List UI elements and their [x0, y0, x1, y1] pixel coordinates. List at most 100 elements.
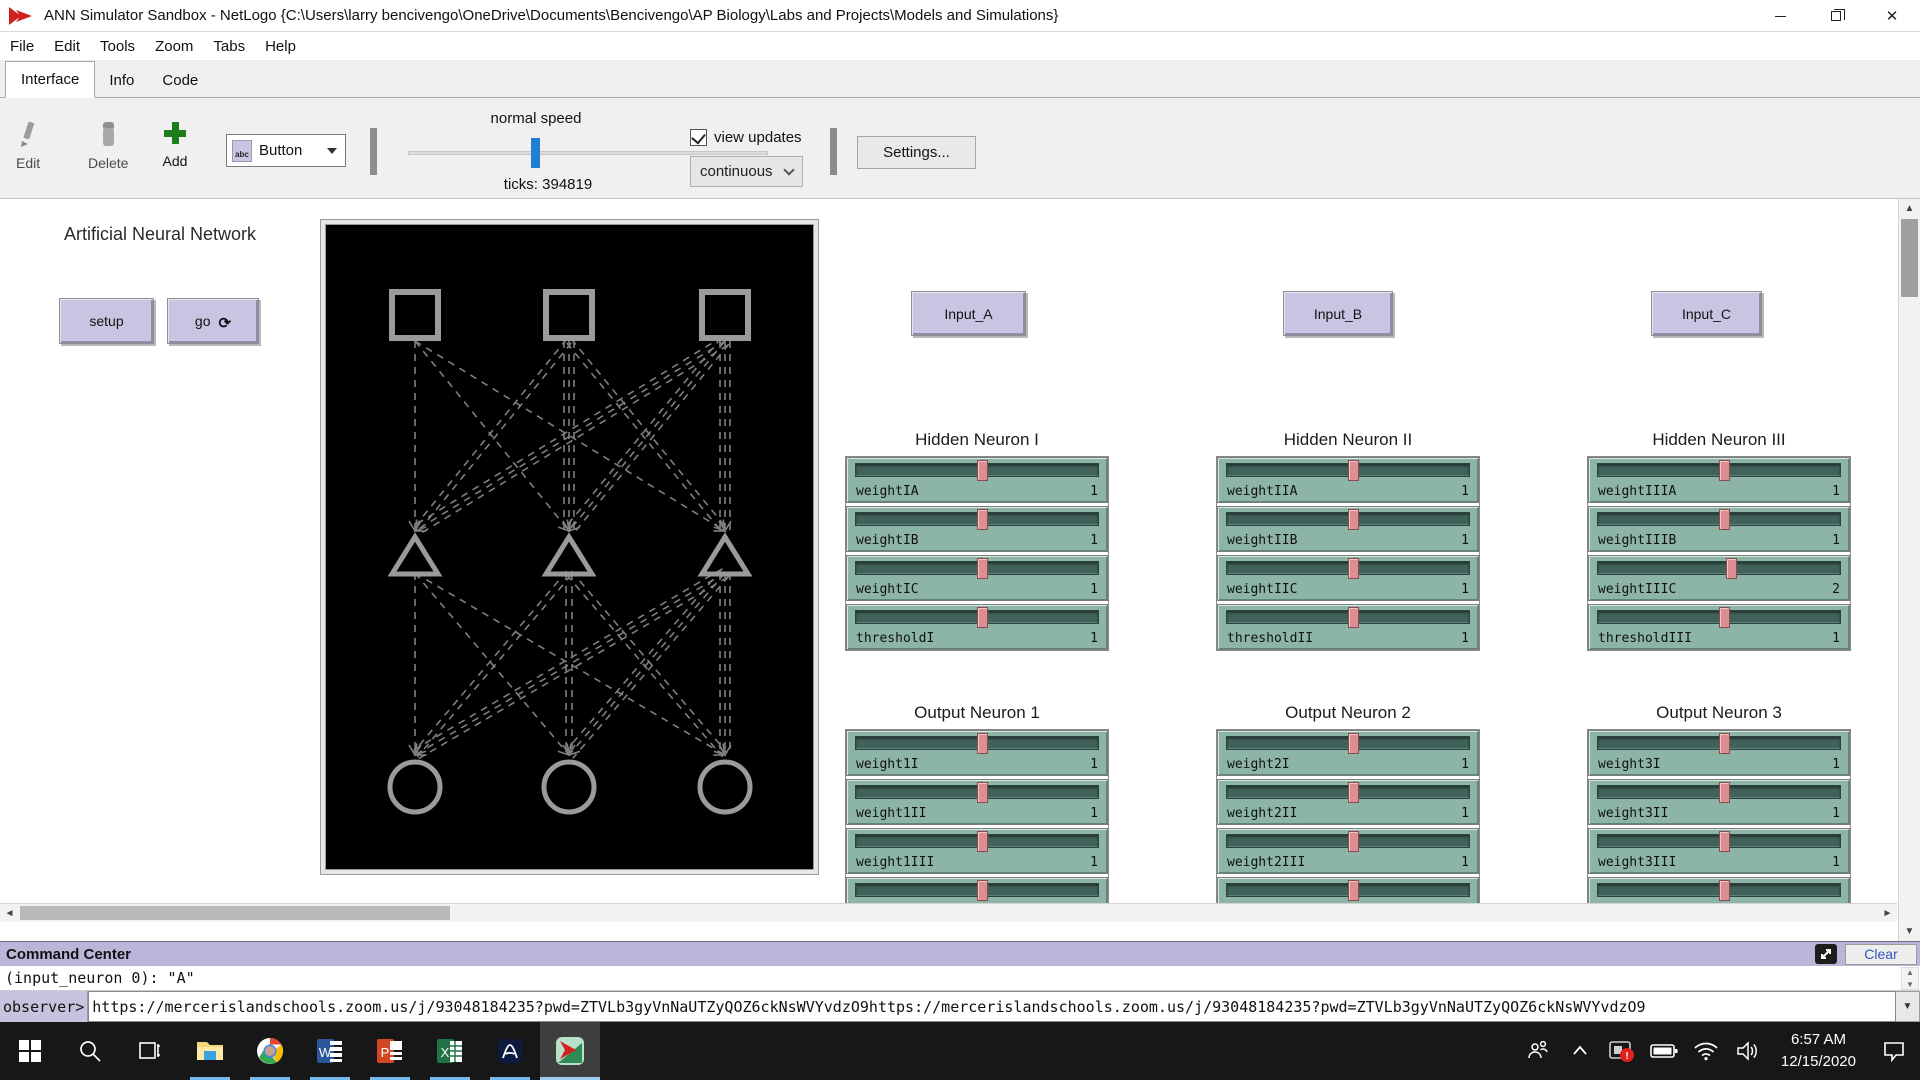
slider-groove[interactable] — [1597, 561, 1841, 575]
start-button[interactable] — [0, 1022, 60, 1080]
slider-groove[interactable] — [1597, 834, 1841, 848]
scroll-right-icon[interactable]: ► — [1878, 904, 1897, 923]
scroll-left-icon[interactable]: ◄ — [0, 904, 19, 923]
tray-volume-button[interactable] — [1727, 1022, 1769, 1080]
input-c-button[interactable]: Input_C — [1651, 291, 1762, 336]
slider-groove[interactable] — [1597, 463, 1841, 477]
menu-file[interactable]: File — [8, 35, 44, 58]
slider-groove[interactable] — [1226, 785, 1470, 799]
slider-handle[interactable] — [1348, 558, 1359, 579]
slider-groove[interactable] — [1597, 736, 1841, 750]
scroll-down-icon[interactable]: ▼ — [1899, 922, 1920, 941]
slider-weightIIA[interactable]: weightIIA1 — [1217, 457, 1479, 503]
slider-weightIB[interactable]: weightIB1 — [846, 506, 1108, 552]
slider-weight3I[interactable]: weight3I1 — [1588, 730, 1850, 776]
vertical-scrollbar[interactable]: ▲ ▼ — [1898, 199, 1920, 941]
slider-weightIIIB[interactable]: weightIIIB1 — [1588, 506, 1850, 552]
horizontal-scrollbar[interactable]: ◄ ► — [0, 903, 1897, 922]
slider-groove[interactable] — [855, 883, 1099, 897]
go-button[interactable]: go ⟳ — [167, 298, 259, 344]
menu-edit[interactable]: Edit — [52, 35, 90, 58]
slider-groove[interactable] — [1226, 834, 1470, 848]
tray-people-button[interactable] — [1517, 1022, 1559, 1080]
slider-groove[interactable] — [1226, 883, 1470, 897]
slider-weight2I[interactable]: weight2I1 — [1217, 730, 1479, 776]
slider-handle[interactable] — [1719, 733, 1730, 754]
slider-groove[interactable] — [855, 834, 1099, 848]
slider-weightIIC[interactable]: weightIIC1 — [1217, 555, 1479, 601]
slider-handle[interactable] — [977, 733, 988, 754]
slider-weight2III[interactable]: weight2III1 — [1217, 828, 1479, 874]
task-view-button[interactable] — [120, 1022, 180, 1080]
slider-weightIIIA[interactable]: weightIIIA1 — [1588, 457, 1850, 503]
speed-slider-handle[interactable] — [531, 138, 540, 168]
taskbar-app-powerpoint[interactable]: P — [360, 1022, 420, 1080]
slider-handle[interactable] — [1348, 509, 1359, 530]
add-widget-button[interactable]: Add — [162, 120, 188, 169]
slider-handle[interactable] — [1719, 782, 1730, 803]
slider-weight2II[interactable]: weight2II1 — [1217, 779, 1479, 825]
taskbar-app-acrobat[interactable] — [480, 1022, 540, 1080]
taskbar-app-file-explorer[interactable] — [180, 1022, 240, 1080]
slider-weightIIIC[interactable]: weightIIIC2 — [1588, 555, 1850, 601]
slider-groove[interactable] — [1226, 561, 1470, 575]
minimize-button[interactable] — [1752, 0, 1808, 32]
tab-interface[interactable]: Interface — [5, 61, 95, 98]
slider-groove[interactable] — [855, 785, 1099, 799]
slider-handle[interactable] — [977, 831, 988, 852]
edit-button[interactable]: Edit — [16, 120, 40, 171]
slider-handle[interactable] — [977, 509, 988, 530]
taskbar-clock[interactable]: 6:57 AM 12/15/2020 — [1769, 1029, 1868, 1074]
taskbar-app-word[interactable]: W — [300, 1022, 360, 1080]
widget-type-select[interactable]: abc Button — [226, 134, 346, 167]
input-a-button[interactable]: Input_A — [911, 291, 1026, 336]
scroll-down-icon[interactable]: ▼ — [1906, 980, 1914, 989]
slider-handle[interactable] — [1348, 831, 1359, 852]
slider-handle[interactable] — [1348, 733, 1359, 754]
slider-handle[interactable] — [1348, 782, 1359, 803]
slider-weight1I[interactable]: weight1I1 — [846, 730, 1108, 776]
menu-tabs[interactable]: Tabs — [211, 35, 255, 58]
command-center-expand-button[interactable] — [1815, 944, 1837, 964]
slider-groove[interactable] — [855, 736, 1099, 750]
slider-handle[interactable] — [977, 607, 988, 628]
slider-groove[interactable] — [855, 463, 1099, 477]
slider-weight3III[interactable]: weight3III1 — [1588, 828, 1850, 874]
slider-groove[interactable] — [1597, 785, 1841, 799]
menu-zoom[interactable]: Zoom — [153, 35, 203, 58]
update-mode-dropdown[interactable]: continuous — [690, 156, 803, 187]
slider-groove[interactable] — [1597, 610, 1841, 624]
slider-groove[interactable] — [1226, 512, 1470, 526]
slider-handle[interactable] — [977, 558, 988, 579]
tab-info[interactable]: Info — [95, 64, 148, 97]
output-scrollbar[interactable]: ▲ ▼ — [1901, 967, 1919, 990]
tray-wifi-button[interactable] — [1685, 1022, 1727, 1080]
slider-handle[interactable] — [1726, 558, 1737, 579]
command-input[interactable]: https://mercerislandschools.zoom.us/j/93… — [88, 991, 1896, 1022]
clear-button[interactable]: Clear — [1845, 944, 1917, 965]
taskbar-app-excel[interactable]: X — [420, 1022, 480, 1080]
menu-tools[interactable]: Tools — [98, 35, 145, 58]
slider-handle[interactable] — [1348, 880, 1359, 901]
scroll-up-icon[interactable]: ▲ — [1899, 199, 1920, 218]
slider-groove[interactable] — [855, 610, 1099, 624]
slider-groove[interactable] — [1226, 736, 1470, 750]
close-button[interactable]: ✕ — [1864, 0, 1920, 32]
slider-groove[interactable] — [1597, 512, 1841, 526]
taskbar-app-netlogo[interactable] — [540, 1022, 600, 1080]
horizontal-scroll-thumb[interactable] — [20, 906, 450, 920]
delete-button[interactable]: Delete — [88, 120, 128, 171]
slider-groove[interactable] — [1226, 463, 1470, 477]
slider-handle[interactable] — [1719, 607, 1730, 628]
slider-weight3II[interactable]: weight3II1 — [1588, 779, 1850, 825]
slider-groove[interactable] — [1597, 883, 1841, 897]
slider-handle[interactable] — [1348, 607, 1359, 628]
slider-weightIA[interactable]: weightIA1 — [846, 457, 1108, 503]
settings-button[interactable]: Settings... — [857, 136, 976, 169]
slider-thresholdI[interactable]: thresholdI1 — [846, 604, 1108, 650]
restore-button[interactable] — [1808, 0, 1864, 32]
input-b-button[interactable]: Input_B — [1283, 291, 1393, 336]
command-history-button[interactable]: ▼ — [1896, 991, 1920, 1022]
slider-weightIIB[interactable]: weightIIB1 — [1217, 506, 1479, 552]
slider-thresholdIII[interactable]: thresholdIII1 — [1588, 604, 1850, 650]
